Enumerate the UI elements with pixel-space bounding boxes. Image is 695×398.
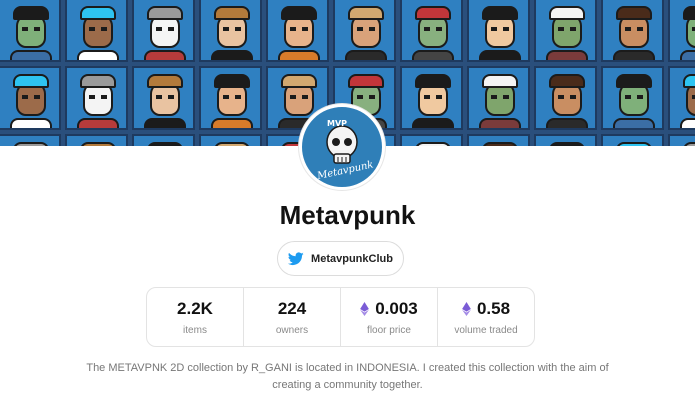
banner-punk-tile — [199, 134, 262, 146]
banner-punk-tile — [534, 134, 597, 146]
stat-owners: 224 owners — [244, 288, 341, 346]
collection-avatar: MVP Metavpunk — [299, 104, 385, 190]
banner-punk-tile — [266, 0, 329, 62]
stat-value: 224 — [278, 299, 306, 319]
stat-value: 0.003 — [360, 299, 418, 319]
ethereum-icon — [360, 301, 370, 316]
banner-punk-tile — [132, 66, 195, 130]
banner-punk-tile — [400, 66, 463, 130]
ethereum-icon — [462, 301, 471, 316]
stat-label: floor price — [367, 324, 411, 336]
banner-punk-tile — [400, 0, 463, 62]
banner-punk-tile — [132, 0, 195, 62]
banner-punk-tile — [601, 66, 664, 130]
banner-punk-tile — [0, 66, 61, 130]
banner-punk-tile — [601, 0, 664, 62]
banner-punk-tile — [668, 134, 695, 146]
collection-stats: 2.2K items 224 owners 0.003 floor price 0.58 vo… — [146, 287, 535, 347]
stat-number: 0.58 — [476, 298, 511, 318]
stat-label: owners — [275, 324, 309, 336]
banner-punk-tile — [534, 0, 597, 62]
stat-number: 0.003 — [375, 298, 418, 318]
metavpunk-logo: MVP Metavpunk — [315, 119, 374, 182]
twitter-icon — [288, 251, 304, 265]
banner-punk-tile — [65, 134, 128, 146]
stat-number: 224 — [277, 298, 307, 318]
banner-punk-tile — [467, 66, 530, 130]
banner-punk-tile — [668, 0, 695, 62]
stat-label: items — [183, 324, 207, 336]
stat-value: 0.58 — [462, 299, 510, 319]
banner-punk-tile — [65, 66, 128, 130]
banner-punk-tile — [199, 0, 262, 62]
stat-floor-price: 0.003 floor price — [341, 288, 438, 346]
stat-volume-traded: 0.58 volume traded — [438, 288, 534, 346]
banner-punk-tile — [0, 134, 61, 146]
collection-description: The METAVPNK 2D collection by R_GANI is … — [86, 362, 609, 391]
banner-punk-tile — [668, 66, 695, 130]
stat-items: 2.2K items — [147, 288, 244, 346]
banner-punk-tile — [400, 134, 463, 146]
stat-value: 2.2K — [177, 299, 213, 319]
stat-label: volume traded — [454, 324, 518, 336]
twitter-link-button[interactable]: MetavpunkClub — [277, 241, 404, 276]
logo-mvp-text: MVP — [327, 119, 347, 128]
banner-punk-tile — [199, 66, 262, 130]
banner-punk-tile — [467, 0, 530, 62]
banner-punk-tile — [65, 0, 128, 62]
banner-punk-tile — [132, 134, 195, 146]
twitter-handle: MetavpunkClub — [311, 252, 393, 265]
banner-punk-tile — [333, 0, 396, 62]
collection-title: Metavpunk — [279, 200, 416, 230]
banner-punk-tile — [467, 134, 530, 146]
banner-punk-tile — [0, 0, 61, 62]
banner-punk-tile — [601, 134, 664, 146]
stat-number: 2.2K — [177, 298, 213, 318]
banner-punk-tile — [534, 66, 597, 130]
